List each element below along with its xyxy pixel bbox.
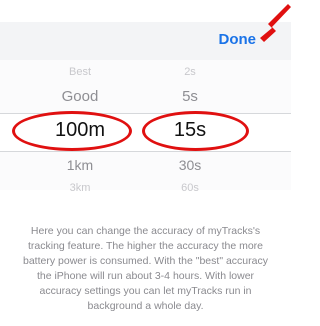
accuracy-option[interactable]: 3km bbox=[20, 182, 140, 194]
done-button[interactable]: Done bbox=[219, 31, 257, 48]
interval-option[interactable]: 5s bbox=[130, 88, 250, 105]
red-arrow-annotation bbox=[260, 4, 291, 42]
accuracy-option[interactable]: Good bbox=[20, 88, 140, 105]
accuracy-option[interactable]: 1km bbox=[20, 157, 140, 173]
highlight-ellipse-accuracy bbox=[12, 111, 132, 151]
help-text: Here you can change the accuracy of myTr… bbox=[23, 225, 268, 312]
interval-option[interactable]: 60s bbox=[130, 182, 250, 194]
interval-option[interactable]: 2s bbox=[130, 66, 250, 78]
accuracy-option[interactable]: Best bbox=[20, 66, 140, 78]
highlight-ellipse-interval bbox=[142, 111, 249, 151]
interval-option[interactable]: 30s bbox=[130, 157, 250, 173]
